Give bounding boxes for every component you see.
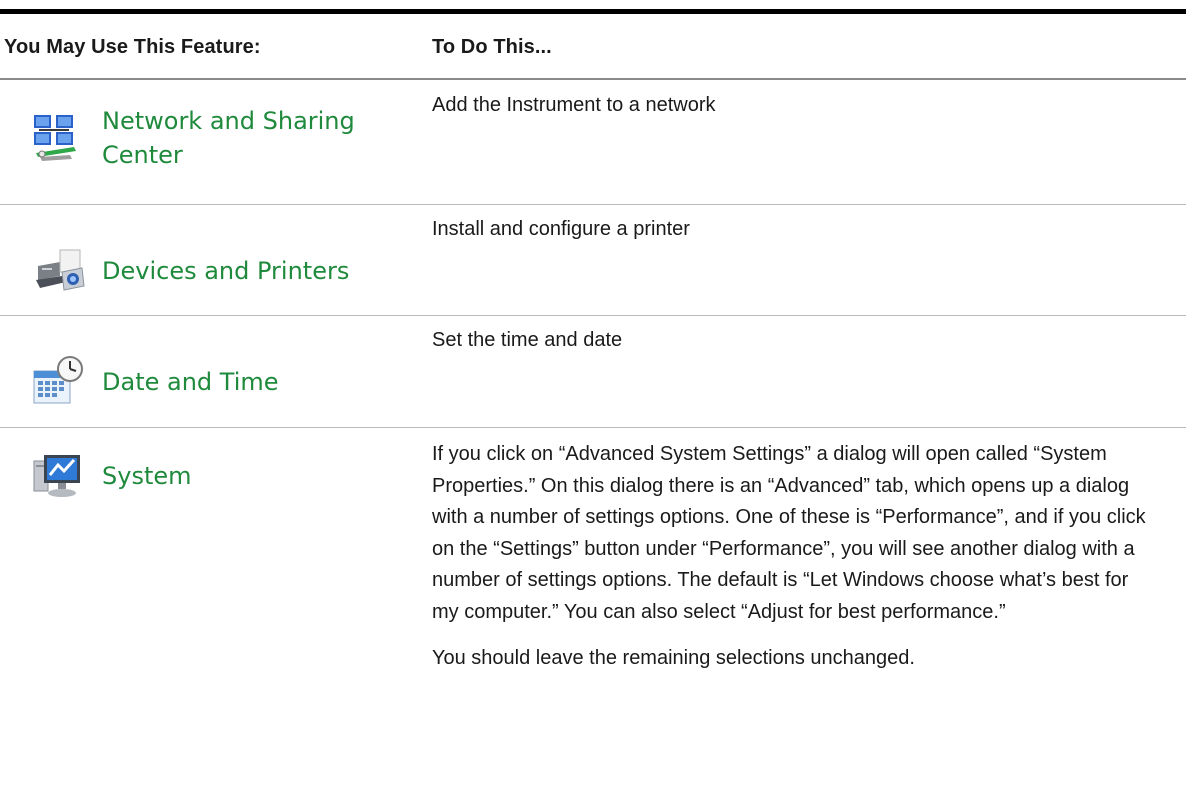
- table-row: Network and Sharing Center Add the Instr…: [0, 80, 1186, 205]
- table-row: Devices and Printers Install and configu…: [0, 204, 1186, 316]
- system-description-paragraph: If you click on “Advanced System Setting…: [432, 443, 1146, 623]
- date-time-label: Date and Time: [102, 368, 279, 396]
- devices-printers-link[interactable]: Devices and Printers: [30, 242, 349, 300]
- date-time-link[interactable]: Date and Time: [30, 353, 279, 411]
- devices-printers-icon: [36, 249, 85, 291]
- table-row: System If you click on “Advanced System …: [0, 427, 1186, 803]
- header-feature-column: You May Use This Feature:: [4, 36, 261, 58]
- devices-printers-label: Devices and Printers: [102, 257, 350, 285]
- devices-printers-description: Install and configure a printer: [432, 218, 690, 240]
- date-time-description: Set the time and date: [432, 329, 623, 351]
- date-time-icon: [33, 356, 83, 404]
- system-description: If you click on “Advanced System Setting…: [432, 439, 1152, 675]
- table-row: Date and Time Set the time and date: [0, 315, 1186, 428]
- header-action-column: To Do This...: [432, 36, 552, 58]
- system-description-note: You should leave the remaining selection…: [432, 647, 915, 669]
- system-link[interactable]: System: [30, 447, 192, 505]
- table-header: You May Use This Feature: To Do This...: [0, 14, 1186, 80]
- network-sharing-description: Add the Instrument to a network: [432, 94, 716, 116]
- network-sharing-icon: [34, 115, 76, 161]
- system-icon: [33, 455, 80, 497]
- network-sharing-label-line2: Center: [102, 141, 183, 169]
- network-sharing-link[interactable]: Network and Sharing Center: [30, 104, 355, 172]
- network-sharing-label-line1: Network and Sharing: [102, 107, 355, 135]
- system-label: System: [102, 462, 192, 490]
